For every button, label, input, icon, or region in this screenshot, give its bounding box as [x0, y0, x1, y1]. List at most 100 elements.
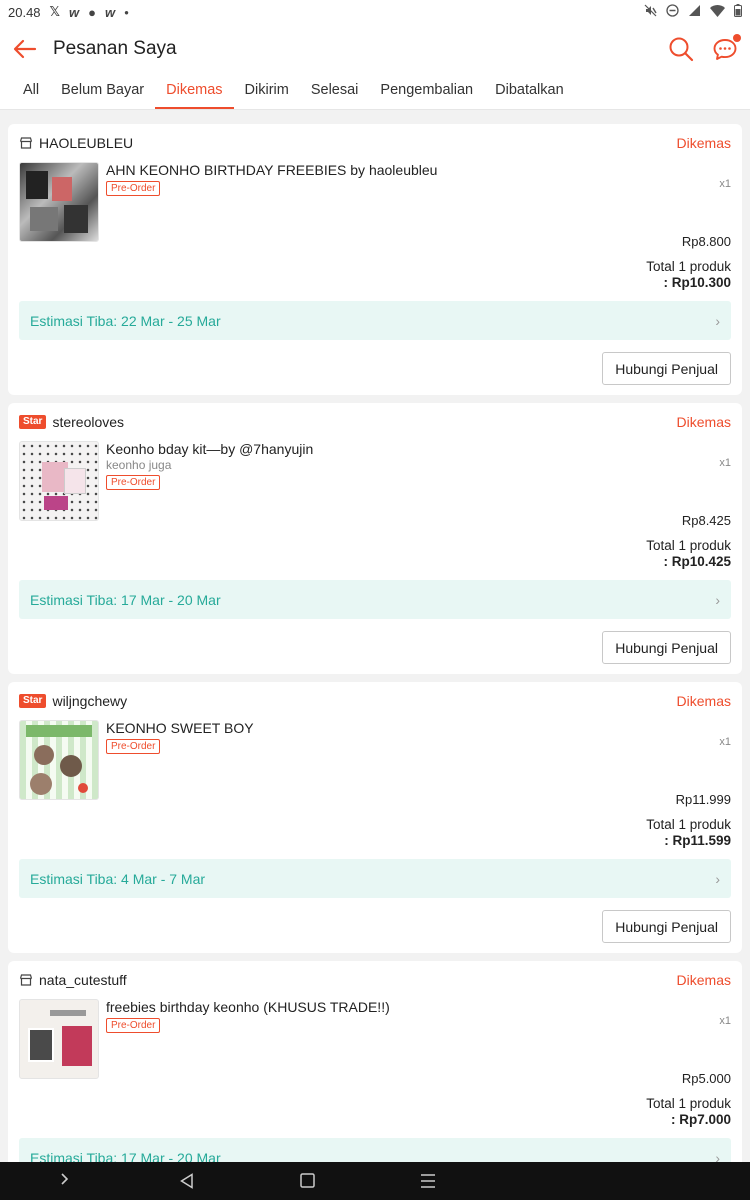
shop-row[interactable]: nata_cutestuff Dikemas [19, 971, 731, 989]
mute-icon [644, 4, 657, 20]
shop-icon [19, 136, 33, 150]
total-label: Total 1 produk [646, 817, 731, 832]
nav-chevron-right-icon[interactable] [60, 1171, 70, 1192]
order-card[interactable]: Star wiljngchewy Dikemas KEONHO SWEET BO… [8, 682, 742, 953]
system-nav-bar [0, 1162, 750, 1200]
contact-seller-button[interactable]: Hubungi Penjual [602, 352, 731, 385]
eta-text: Estimasi Tiba: 22 Mar - 25 Mar [30, 312, 221, 329]
shop-name: nata_cutestuff [39, 972, 127, 988]
shop-name: wiljngchewy [52, 693, 128, 709]
order-total: Total 1 produk : Rp7.000 [19, 1096, 731, 1128]
shop-name: HAOLEUBLEU [39, 135, 134, 151]
eta-text: Estimasi Tiba: 17 Mar - 20 Mar [30, 591, 221, 608]
chat-button[interactable] [712, 34, 741, 62]
chevron-right-icon: › [715, 870, 720, 887]
total-label: Total 1 produk [646, 259, 731, 274]
battery-icon [734, 4, 742, 20]
contact-seller-button[interactable]: Hubungi Penjual [602, 631, 731, 664]
star-badge: Star [19, 415, 47, 429]
tab-dikemas[interactable]: Dikemas [155, 74, 234, 109]
action-row: Hubungi Penjual [19, 910, 731, 943]
back-button[interactable] [12, 36, 38, 62]
status-left: 20.48 𝕏 w ● w ● [8, 4, 129, 20]
dot-icon: ● [124, 7, 129, 17]
preorder-tag: Pre-Order [106, 181, 161, 196]
preorder-tag: Pre-Order [106, 475, 161, 490]
order-item[interactable]: freebies birthday keonho (KHUSUS TRADE!!… [19, 999, 731, 1079]
item-quantity: x1 [719, 736, 731, 748]
signal-icon [688, 4, 701, 20]
order-item[interactable]: AHN KEONHO BIRTHDAY FREEBIES by haoleubl… [19, 162, 731, 242]
search-icon [669, 37, 694, 62]
action-row: Hubungi Penjual [19, 631, 731, 664]
shop-row[interactable]: Star wiljngchewy Dikemas [19, 692, 731, 710]
nav-back-icon[interactable] [180, 1173, 194, 1194]
order-card[interactable]: HAOLEUBLEU Dikemas AHN KEONHO BIRTHDAY F… [8, 124, 742, 395]
product-thumbnail [19, 720, 99, 800]
status-bar: 20.48 𝕏 w ● w ● [0, 0, 750, 24]
preorder-tag: Pre-Order [106, 739, 161, 754]
product-thumbnail [19, 999, 99, 1079]
total-amount: : Rp11.599 [664, 833, 731, 848]
x-logo-icon: 𝕏 [49, 4, 61, 19]
eta-bar[interactable]: Estimasi Tiba: 4 Mar - 7 Mar › [19, 859, 731, 898]
action-row: Hubungi Penjual [19, 352, 731, 385]
item-quantity: x1 [719, 178, 731, 190]
eta-bar[interactable]: Estimasi Tiba: 17 Mar - 20 Mar › [19, 580, 731, 619]
order-tabs: All Belum Bayar Dikemas Dikirim Selesai … [0, 74, 750, 110]
wattpad-icon: w [105, 4, 116, 20]
item-quantity: x1 [719, 457, 731, 469]
tab-dikirim[interactable]: Dikirim [234, 74, 300, 109]
eta-bar[interactable]: Estimasi Tiba: 22 Mar - 25 Mar › [19, 301, 731, 340]
product-thumbnail [19, 162, 99, 242]
status-right [644, 4, 742, 20]
order-total: Total 1 produk : Rp10.425 [19, 538, 731, 570]
order-item[interactable]: KEONHO SWEET BOY Pre-Order x1 [19, 720, 731, 800]
item-variant: keonho juga [106, 458, 172, 472]
arrow-left-icon [13, 39, 37, 59]
eta-text: Estimasi Tiba: 4 Mar - 7 Mar [30, 870, 206, 887]
item-title: freebies birthday keonho (KHUSUS TRADE!!… [106, 999, 390, 1015]
order-card[interactable]: nata_cutestuff Dikemas freebies birthday… [8, 961, 742, 1187]
shop-row[interactable]: Star stereoloves Dikemas [19, 413, 731, 431]
item-title: Keonho bday kit—by @7hanyujin [106, 441, 314, 457]
star-badge: Star [19, 694, 47, 708]
total-amount: : Rp10.300 [663, 275, 731, 290]
notification-dot [733, 34, 741, 42]
item-info: KEONHO SWEET BOY Pre-Order [106, 720, 731, 800]
order-status: Dikemas [676, 414, 731, 430]
order-status: Dikemas [676, 693, 731, 709]
shop-row[interactable]: HAOLEUBLEU Dikemas [19, 134, 731, 152]
order-list: HAOLEUBLEU Dikemas AHN KEONHO BIRTHDAY F… [0, 110, 750, 1187]
header-actions [668, 34, 741, 62]
total-label: Total 1 produk [646, 538, 731, 553]
shop-name: stereoloves [52, 414, 125, 430]
contact-seller-button[interactable]: Hubungi Penjual [602, 910, 731, 943]
order-item[interactable]: Keonho bday kit—by @7hanyujin keonho jug… [19, 441, 731, 521]
wattpad-icon: w [69, 4, 80, 20]
app-header: Pesanan Saya [0, 24, 750, 74]
chevron-right-icon: › [715, 591, 720, 608]
preorder-tag: Pre-Order [106, 1018, 161, 1033]
tab-pengembalian[interactable]: Pengembalian [369, 74, 484, 109]
order-total: Total 1 produk : Rp11.599 [19, 817, 731, 849]
item-title: KEONHO SWEET BOY [106, 720, 254, 736]
nav-menu-icon[interactable] [420, 1173, 436, 1194]
item-info: Keonho bday kit—by @7hanyujin keonho jug… [106, 441, 731, 521]
item-info: AHN KEONHO BIRTHDAY FREEBIES by haoleubl… [106, 162, 731, 242]
tab-dibatalkan[interactable]: Dibatalkan [484, 74, 575, 109]
order-status: Dikemas [676, 972, 731, 988]
wifi-icon [710, 4, 725, 20]
order-total: Total 1 produk : Rp10.300 [19, 259, 731, 291]
tab-all[interactable]: All [12, 74, 50, 109]
order-card[interactable]: Star stereoloves Dikemas Keonho bday kit… [8, 403, 742, 674]
nav-home-icon[interactable] [300, 1173, 315, 1193]
product-thumbnail [19, 441, 99, 521]
total-amount: : Rp10.425 [663, 554, 731, 569]
search-button[interactable] [668, 36, 694, 62]
tab-belum-bayar[interactable]: Belum Bayar [50, 74, 155, 109]
tab-selesai[interactable]: Selesai [300, 74, 370, 109]
item-quantity: x1 [719, 1015, 731, 1027]
total-amount: : Rp7.000 [670, 1112, 731, 1127]
dnd-icon [666, 4, 679, 20]
